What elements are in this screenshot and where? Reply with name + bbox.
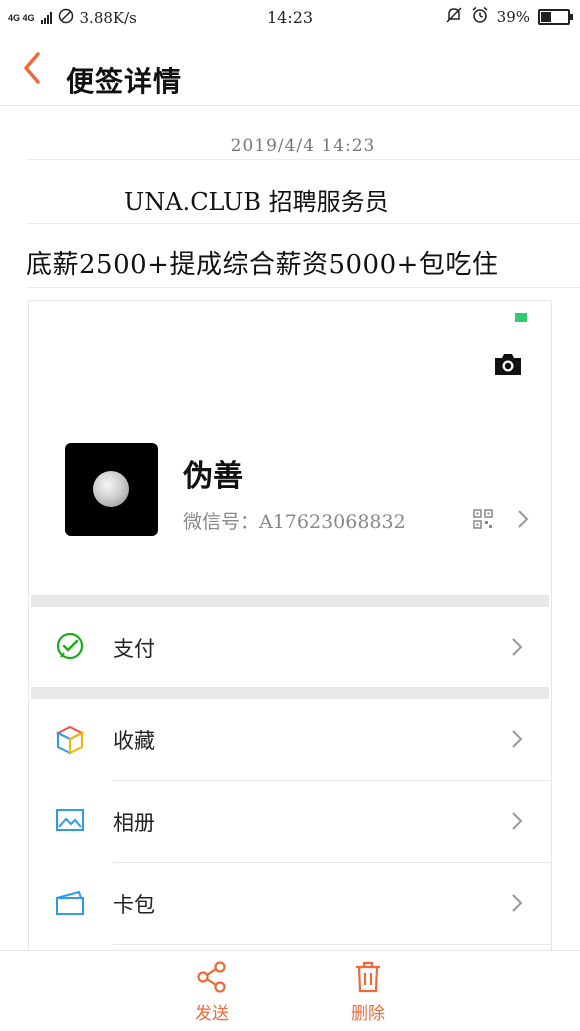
avatar	[65, 443, 158, 536]
page-title: 便签详情	[66, 65, 183, 98]
chevron-left-icon	[24, 52, 40, 84]
battery-icon	[538, 9, 573, 25]
wechat-id: 微信号：A17623068832	[183, 511, 406, 533]
chevron-right-icon	[511, 811, 523, 831]
chevron-right-icon	[517, 509, 529, 529]
menu-item-album: 相册	[29, 781, 551, 861]
chevron-right-icon	[511, 637, 523, 657]
menu-label: 收藏	[113, 729, 155, 753]
battery-icon	[515, 313, 527, 322]
battery-level	[541, 12, 551, 22]
nickname: 伪善	[183, 459, 243, 494]
divider	[113, 944, 551, 945]
menu-label: 支付	[113, 637, 155, 661]
section-divider	[31, 687, 549, 699]
note-content[interactable]: 2019/4/4 14:23 UNA.CLUB 招聘服务员 底薪2500+提成综…	[26, 106, 580, 288]
menu-item-favorites: 收藏	[29, 699, 551, 779]
profile-card: 伪善 微信号：A17623068832	[29, 301, 551, 595]
bell-muted-icon	[445, 6, 463, 28]
send-button[interactable]: 发送	[172, 961, 252, 1027]
back-button[interactable]	[18, 46, 48, 90]
send-label: 发送	[195, 1004, 229, 1024]
camera-icon	[493, 351, 523, 377]
qr-code-icon	[473, 509, 493, 529]
menu-item-card-wallet: 卡包	[29, 863, 551, 943]
battery-percent: 39%	[496, 8, 530, 26]
embedded-screenshot[interactable]: 伪善 微信号：A17623068832 支付 收藏 相册 卡包	[28, 300, 552, 960]
note-date: 2019/4/4 14:23	[26, 106, 580, 160]
delete-button[interactable]: 删除	[328, 961, 408, 1027]
bottom-toolbar: 发送 删除	[0, 950, 580, 1031]
menu-item-pay: 支付	[29, 607, 551, 687]
wechat-pay-icon	[55, 632, 85, 661]
menu-label: 卡包	[113, 893, 155, 917]
trash-icon	[356, 961, 380, 993]
status-right: 39%	[445, 6, 573, 28]
section-divider	[31, 595, 549, 607]
moon-image	[93, 471, 129, 507]
album-icon	[55, 807, 85, 835]
chevron-right-icon	[511, 893, 523, 913]
chevron-right-icon	[511, 729, 523, 749]
alarm-icon	[471, 6, 489, 28]
delete-label: 删除	[351, 1004, 385, 1024]
note-line-2: 底薪2500+提成综合薪资5000+包吃住	[26, 224, 580, 288]
status-bar: 4G 4G 3.88K/s 14:23 39%	[0, 0, 580, 34]
header: 便签详情	[0, 34, 580, 106]
card-wallet-icon	[55, 889, 85, 917]
share-icon	[197, 961, 226, 993]
menu-label: 相册	[113, 811, 155, 835]
note-line-1: UNA.CLUB 招聘服务员	[26, 160, 580, 224]
favorites-cube-icon	[55, 725, 85, 755]
